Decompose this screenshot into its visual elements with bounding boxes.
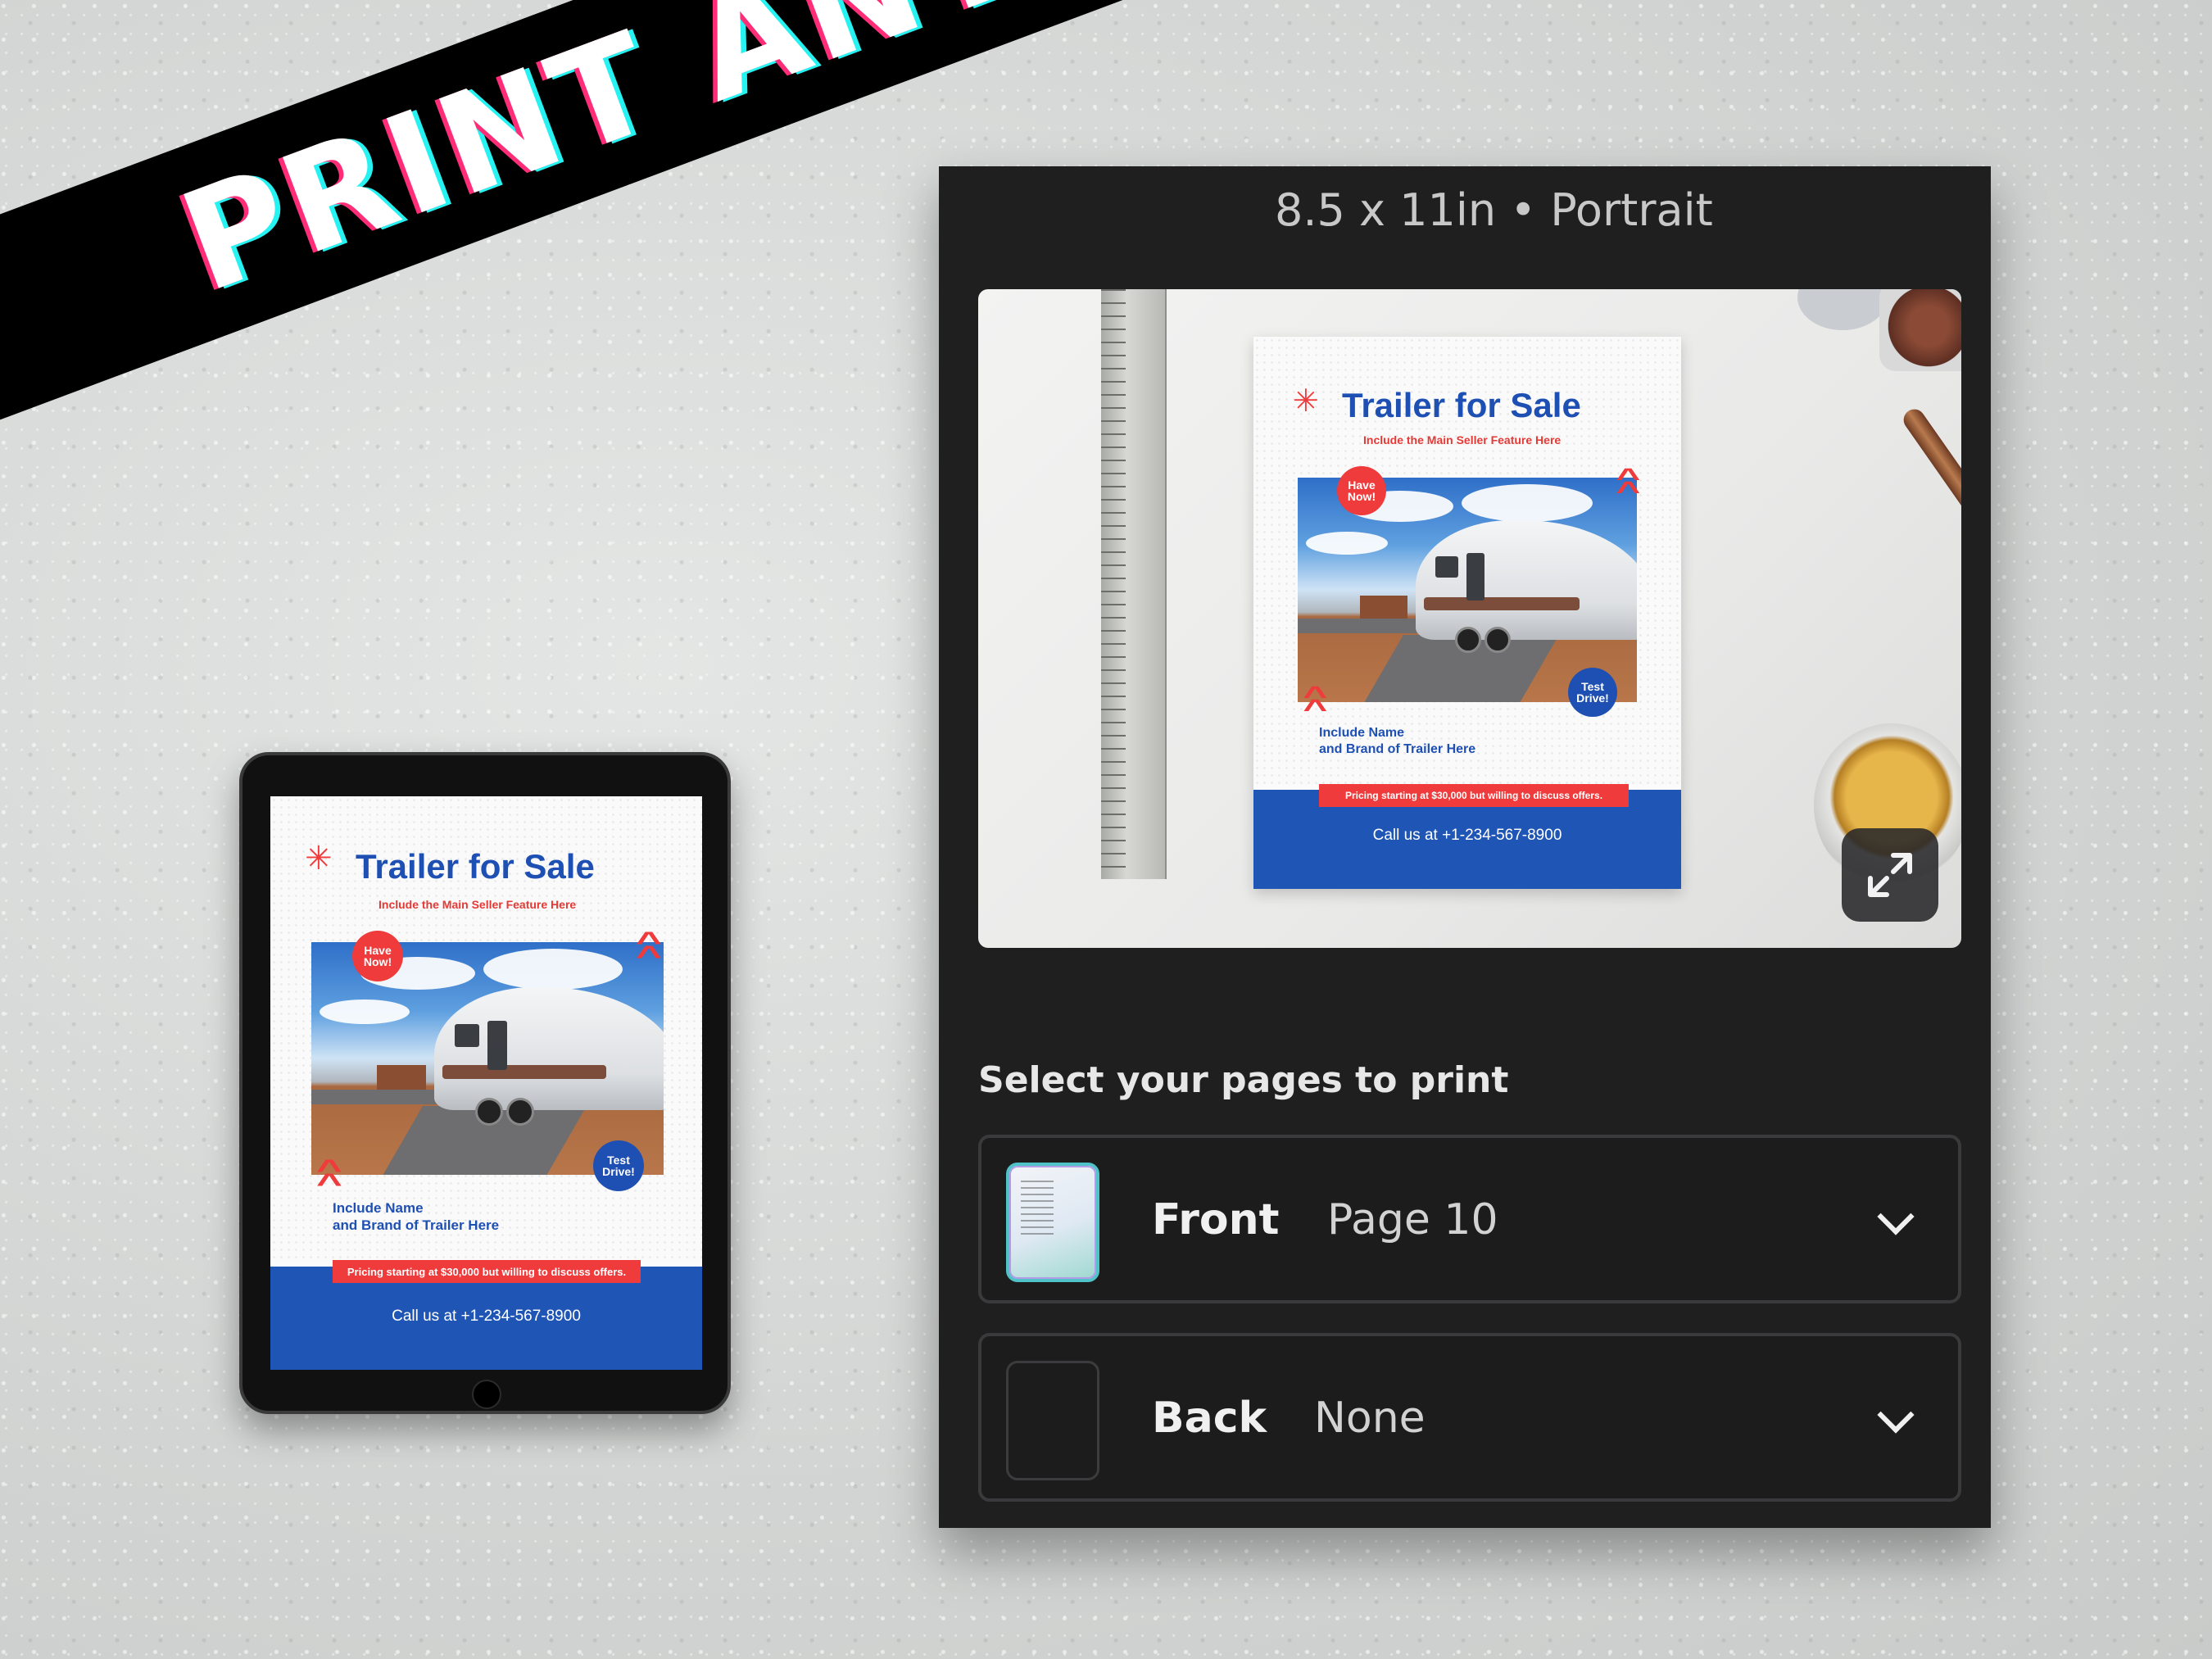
name-line-2: and Brand of Trailer Here: [333, 1217, 500, 1234]
flyer-tablet: ✳ Trailer for Sale Include the Main Sell…: [270, 796, 702, 1370]
trailer-stripe: [442, 1065, 606, 1080]
badge-test-drive: Test Drive!: [1568, 668, 1617, 717]
chevron-down-icon[interactable]: [1877, 1198, 1915, 1235]
back-page-thumbnail: [1006, 1361, 1099, 1480]
chevron-up-icon: ^ ^: [316, 1154, 342, 1199]
cloud-shape: [320, 999, 410, 1024]
trailer-window: [1466, 553, 1484, 601]
tablet-mockup: ✳ Trailer for Sale Include the Main Sell…: [239, 752, 731, 1414]
flyer-pricing: Pricing starting at $30,000 but willing …: [333, 1260, 641, 1283]
home-button: [472, 1380, 501, 1409]
back-value: None: [1314, 1394, 1426, 1443]
mesa-shape: [1360, 596, 1407, 619]
cloud-shape: [1462, 484, 1593, 522]
front-page-thumbnail: [1006, 1163, 1099, 1282]
flyer-call: Call us at +1-234-567-8900: [1372, 827, 1562, 844]
chevron-up-icon: ^ ^: [1616, 463, 1641, 505]
name-line-1: Include Name: [1319, 726, 1405, 740]
badge-test-drive: Test Drive!: [593, 1140, 644, 1191]
asterisk-icon: ✳: [1293, 384, 1319, 419]
wheel-shape: [1455, 627, 1481, 653]
flyer-name-brand: Include Name and Brand of Trailer Here: [333, 1199, 499, 1235]
chevron-up-icon: ^ ^: [1303, 681, 1328, 723]
name-line-2: and Brand of Trailer Here: [1319, 742, 1476, 756]
wheel-shape: [1484, 627, 1511, 653]
badge-have-now: Have Now!: [1337, 466, 1386, 515]
name-line-1: Include Name: [333, 1200, 424, 1216]
expand-preview-button[interactable]: [1842, 828, 1938, 922]
cloud-shape: [483, 949, 623, 990]
thumbnail-lines: [1021, 1181, 1054, 1238]
tablet-screen: ✳ Trailer for Sale Include the Main Sell…: [270, 796, 702, 1370]
ruler-ticks: [1101, 289, 1126, 879]
flyer-title: Trailer for Sale: [356, 847, 595, 886]
front-label: Front: [1152, 1195, 1280, 1244]
chevron-up-icon: ^ ^: [636, 927, 662, 972]
front-value: Page 10: [1327, 1195, 1498, 1244]
cloud-shape: [1306, 532, 1388, 555]
ruler-prop: [1101, 289, 1167, 879]
trailer-window: [1435, 556, 1458, 578]
wheel-shape: [506, 1098, 534, 1126]
flyer-title: Trailer for Sale: [1342, 386, 1581, 424]
chevron-down-icon[interactable]: [1877, 1396, 1915, 1434]
trailer-stripe: [1424, 597, 1580, 611]
flyer-subtitle: Include the Main Seller Feature Here: [378, 898, 577, 911]
flyer-subtitle: Include the Main Seller Feature Here: [1363, 433, 1562, 446]
wheel-shape: [475, 1098, 503, 1126]
paper-size-label: 8.5 x 11in • Portrait: [1275, 184, 1713, 236]
pen-prop: [1899, 405, 1961, 632]
flyer-preview: ✳ Trailer for Sale Include the Main Sell…: [1253, 337, 1681, 889]
print-preview: ✳ Trailer for Sale Include the Main Sell…: [978, 289, 1961, 948]
trailer-body: [434, 987, 664, 1110]
trailer-window: [455, 1024, 479, 1047]
expand-icon: [1868, 853, 1912, 897]
mesa-shape: [377, 1065, 426, 1090]
flyer-pricing: Pricing starting at $30,000 but willing …: [1319, 784, 1629, 807]
asterisk-icon: ✳: [305, 841, 333, 877]
nuts-prop: [1879, 289, 1961, 371]
badge-have-now: Have Now!: [352, 931, 403, 981]
select-pages-heading: Select your pages to print: [978, 1059, 1509, 1101]
trailer-body: [1416, 520, 1637, 640]
back-page-select[interactable]: Back None: [978, 1333, 1961, 1502]
front-page-select[interactable]: Front Page 10: [978, 1135, 1961, 1303]
flyer-call: Call us at +1-234-567-8900: [392, 1308, 581, 1325]
back-label: Back: [1152, 1394, 1267, 1443]
flyer-name-brand: Include Name and Brand of Trailer Here: [1319, 725, 1475, 758]
bowl-prop: [1797, 289, 1888, 330]
trailer-window: [487, 1021, 507, 1070]
print-panel: 8.5 x 11in • Portrait ✳ Trailer for Sale…: [939, 166, 1991, 1528]
